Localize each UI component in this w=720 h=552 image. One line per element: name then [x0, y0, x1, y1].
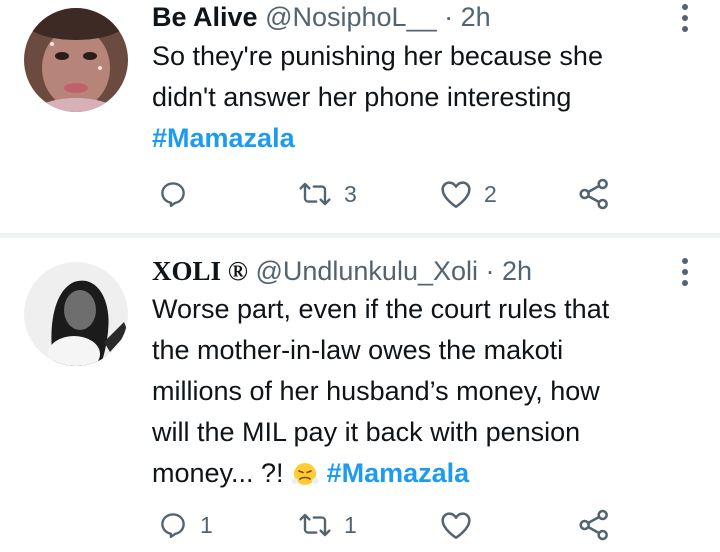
reply-button[interactable]: 1	[158, 505, 213, 545]
reply-count: 1	[200, 511, 213, 538]
more-options-icon[interactable]	[680, 4, 690, 37]
retweet-icon	[299, 513, 331, 537]
tweet-text: So they're punishing her because she did…	[152, 36, 712, 159]
tweet-1[interactable]: Be Alive @NosiphoL__ · 2h So they're pun…	[0, 0, 720, 233]
tweet-text-line: the mother-in-law owes the makoti	[152, 335, 564, 365]
timestamp[interactable]: · 2h	[444, 2, 491, 32]
tweet-header: Be Alive @NosiphoL__ · 2h	[152, 0, 491, 34]
tweet-actions: 3 2	[152, 174, 632, 214]
retweet-button[interactable]: 1	[298, 505, 357, 545]
tweet-text: Worse part, even if the court rules that…	[152, 289, 712, 494]
share-icon	[579, 509, 608, 541]
hashtag-link[interactable]: #Mamazala	[152, 123, 295, 153]
avatar[interactable]	[24, 262, 128, 366]
reply-icon	[161, 513, 185, 539]
share-button[interactable]	[578, 505, 610, 545]
tweet-text-line: money... ?!	[152, 458, 284, 488]
timestamp[interactable]: · 2h	[486, 256, 533, 286]
like-button[interactable]: 2	[440, 174, 497, 214]
tweet-text-line: millions of her husband’s money, how	[152, 376, 600, 406]
user-handle[interactable]: @NosiphoL__	[265, 2, 437, 32]
share-icon	[579, 178, 608, 210]
tweet-text-line: Worse part, even if the court rules that	[152, 294, 610, 324]
heart-icon	[441, 181, 471, 208]
reply-icon	[161, 182, 185, 208]
retweet-icon	[299, 182, 331, 206]
face-with-steam-from-nose-icon	[292, 463, 319, 485]
retweet-count: 1	[344, 511, 357, 538]
tweet-text-line: So they're punishing her because she	[152, 41, 603, 71]
retweet-button[interactable]: 3	[298, 174, 357, 214]
tweet-actions: 1 1	[152, 505, 632, 545]
tweet-header: XOLI ® @Undlunkulu_Xoli · 2h	[152, 254, 532, 288]
heart-icon	[441, 512, 471, 539]
user-handle[interactable]: @Undlunkulu_Xoli	[255, 256, 478, 286]
display-name[interactable]: XOLI ®	[152, 256, 248, 286]
share-button[interactable]	[578, 174, 610, 214]
more-options-icon[interactable]	[680, 258, 690, 291]
like-count: 2	[484, 180, 497, 207]
tweet-text-line: didn't answer her phone interesting	[152, 82, 572, 112]
retweet-count: 3	[344, 180, 357, 207]
like-button[interactable]	[440, 505, 484, 545]
avatar[interactable]	[24, 8, 128, 112]
display-name[interactable]: Be Alive	[152, 2, 258, 32]
reply-button[interactable]	[158, 174, 200, 214]
tweet-text-line: will the MIL pay it back with pension	[152, 417, 581, 447]
hashtag-link[interactable]: #Mamazala	[327, 458, 470, 488]
